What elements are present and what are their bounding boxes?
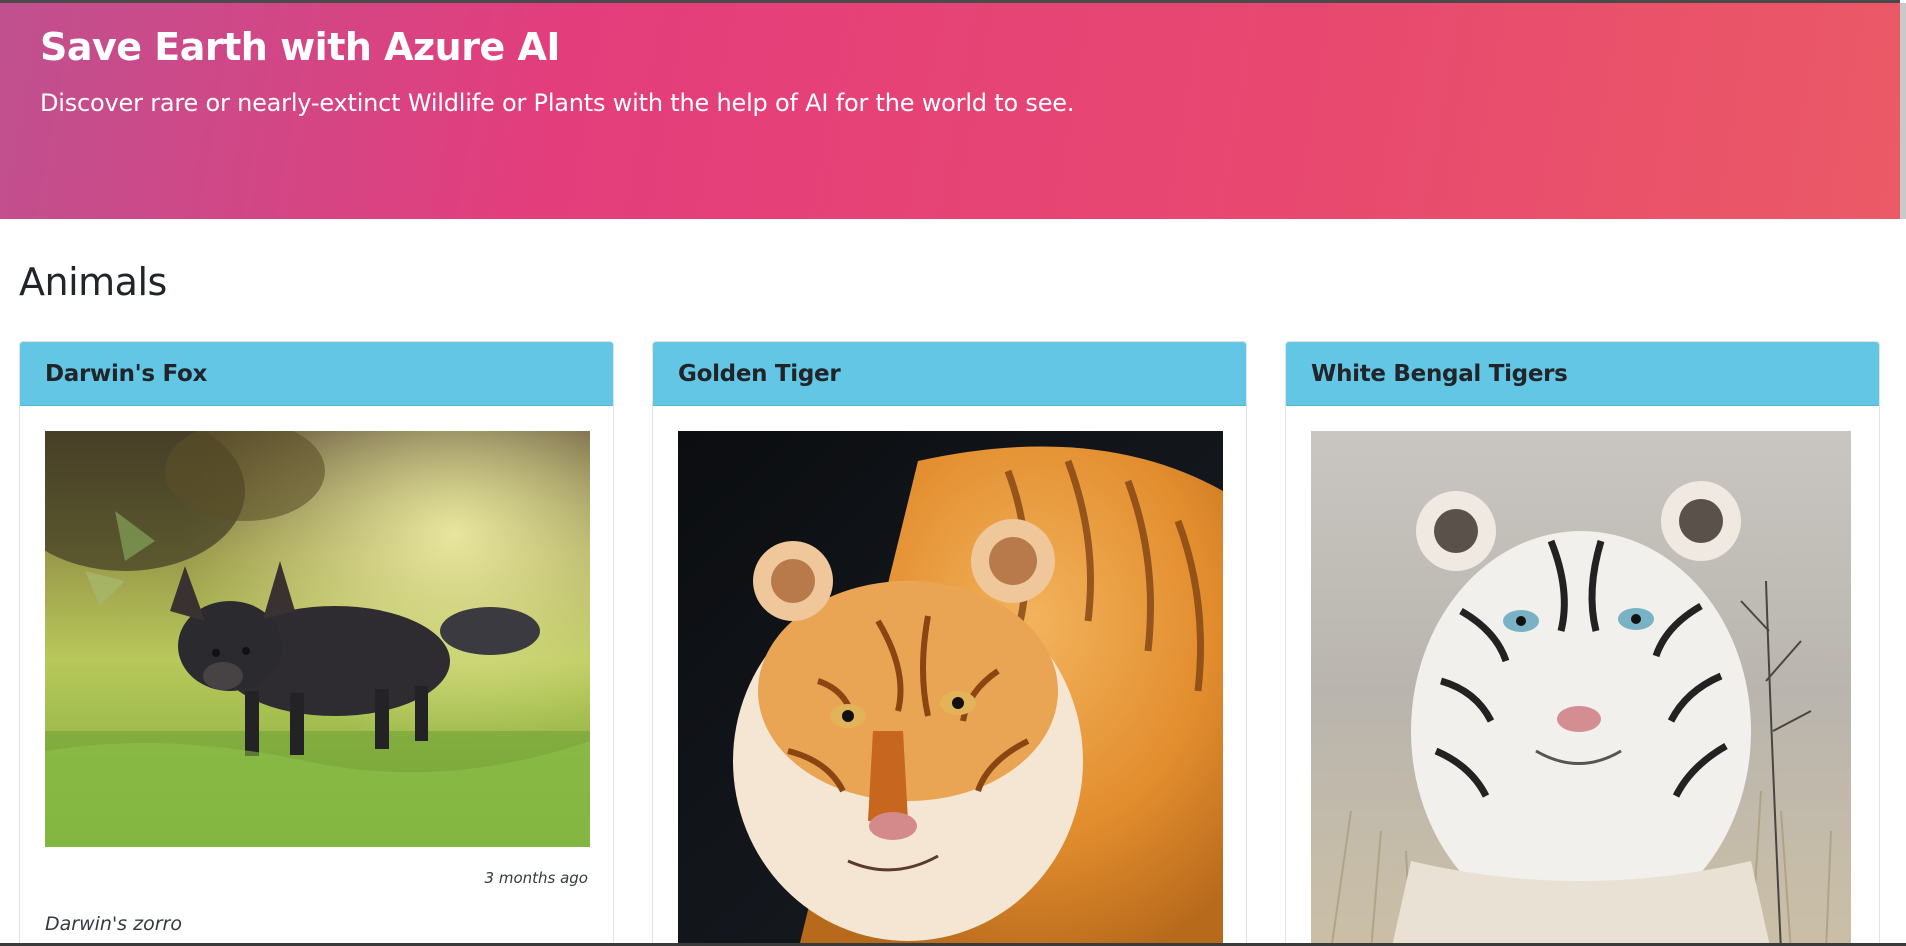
card-title: Golden Tiger bbox=[678, 360, 841, 387]
hero-subtitle: Discover rare or nearly-extinct Wildlife… bbox=[40, 89, 1075, 117]
golden-tiger-image[interactable] bbox=[678, 431, 1223, 946]
card-header: White Bengal Tigers bbox=[1286, 342, 1879, 406]
scrollbar-thumb[interactable] bbox=[1900, 3, 1906, 219]
card-header: Golden Tiger bbox=[653, 342, 1246, 406]
hero-title: Save Earth with Azure AI bbox=[40, 25, 561, 69]
scrollbar[interactable] bbox=[1900, 0, 1906, 946]
animal-card-white-bengal-tigers[interactable]: White Bengal Tigers bbox=[1285, 341, 1880, 946]
animal-card-darwins-fox[interactable]: Darwin's Fox 3 months ago Darwin's zorro bbox=[19, 341, 614, 946]
card-header: Darwin's Fox bbox=[20, 342, 613, 406]
card-title: White Bengal Tigers bbox=[1311, 360, 1568, 387]
section-title: Animals bbox=[19, 260, 167, 304]
card-timestamp: 3 months ago bbox=[484, 869, 588, 887]
card-description: Darwin's zorro bbox=[45, 913, 182, 935]
darwins-fox-image[interactable] bbox=[45, 431, 590, 847]
white-bengal-tiger-image[interactable] bbox=[1311, 431, 1851, 946]
hero-banner: Save Earth with Azure AI Discover rare o… bbox=[0, 3, 1900, 219]
animal-card-golden-tiger[interactable]: Golden Tiger bbox=[652, 341, 1247, 946]
card-title: Darwin's Fox bbox=[45, 360, 208, 387]
